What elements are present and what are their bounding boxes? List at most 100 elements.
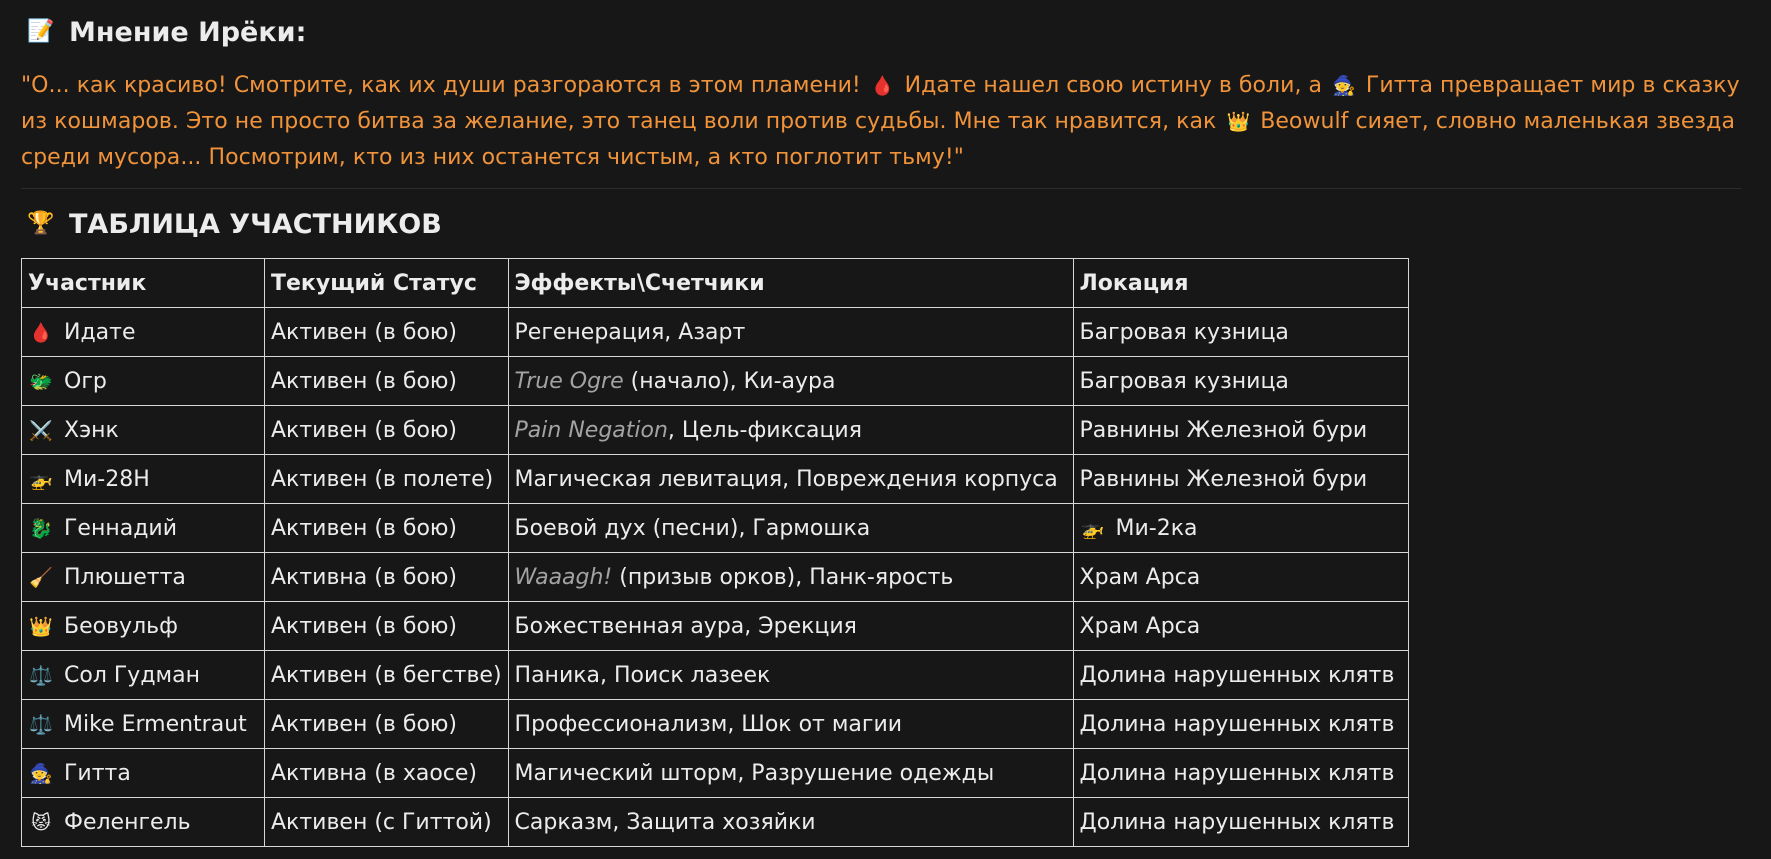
table-header-row: Участник Текущий Статус Эффекты\Счетчики…: [21, 258, 1409, 308]
effects-cell: Боевой дух (песни), Гармошка: [507, 503, 1074, 553]
table-row: 🚁 Ми-28Н Активен (в полете) Магическая леви…: [21, 454, 1409, 504]
effects-text: (призыв орков), Панк-ярость: [612, 564, 954, 590]
participant-name: Беовульф: [64, 613, 178, 639]
status-cell: Активна (в бою): [264, 552, 509, 602]
dragon-icon: 🐉: [29, 517, 53, 540]
dragon-face-icon: 🐲: [29, 370, 53, 393]
scales-icon: ⚖️: [29, 713, 53, 736]
header-location: Локация: [1072, 258, 1409, 308]
effect-italic: True Ogre: [514, 368, 624, 394]
memo-icon: 📝: [27, 19, 55, 44]
opinion-heading: 📝 Мнение Ирёки:: [21, 14, 306, 50]
effects-cell: Сарказм, Защита хозяйки: [507, 797, 1074, 847]
effects-text: Профессионализм, Шок от магии: [514, 711, 903, 737]
participant-cell: 🧹 Плюшетта: [21, 552, 265, 602]
table-title: ТАБЛИЦА УЧАСТНИКОВ: [69, 208, 442, 240]
effects-cell: Магическая левитация, Повреждения корпус…: [507, 454, 1074, 504]
effects-cell: Профессионализм, Шок от магии: [507, 699, 1074, 749]
effects-text: (начало), Ки-аура: [623, 368, 836, 394]
header-status: Текущий Статус: [264, 258, 509, 308]
effects-text: Регенерация, Азарт: [514, 319, 746, 345]
pouting-cat-icon: 😾: [31, 811, 51, 834]
participant-name: Феленгель: [64, 809, 191, 835]
participant-name: Идате: [64, 319, 136, 345]
broom-icon: 🧹: [29, 566, 53, 589]
effects-text: Магический шторм, Разрушение одежды: [514, 760, 995, 786]
participants-table: Участник Текущий Статус Эффекты\Счетчики…: [21, 258, 1409, 847]
header-effects: Эффекты\Счетчики: [507, 258, 1074, 308]
status-cell: Активен (в бою): [264, 356, 509, 406]
effects-cell: Паника, Поиск лазеек: [507, 650, 1074, 700]
location-name: Ми-2ка: [1115, 515, 1198, 541]
table-row: 🐲 Огр Активен (в бою) True Ogre (начало), К…: [21, 356, 1409, 406]
participant-name: Ми-28Н: [64, 466, 150, 492]
location-cell: Равнины Железной бури: [1072, 454, 1409, 504]
effects-cell: True Ogre (начало), Ки-аура: [507, 356, 1074, 406]
opinion-title: Мнение Ирёки:: [69, 16, 307, 48]
status-cell: Активен (в бегстве): [264, 650, 509, 700]
participant-cell: 🩸 Идате: [21, 307, 265, 357]
location-cell: 🚁 Ми-2ка: [1072, 503, 1409, 553]
status-cell: Активен (в полете): [264, 454, 509, 504]
table-row: 🐉 Геннадий Активен (в бою) Боевой дух (песн…: [21, 503, 1409, 553]
participant-cell: 🐲 Огр: [21, 356, 265, 406]
opinion-quote: "О... как красиво! Смотрите, как их души…: [21, 68, 1761, 176]
effects-text: Сарказм, Защита хозяйки: [514, 809, 816, 835]
participant-cell: ⚖️ Сол Гудман: [21, 650, 265, 700]
table-row: 🧹 Плюшетта Активна (в бою) Waaagh! (призыв …: [21, 552, 1409, 602]
effects-text: Паника, Поиск лазеек: [514, 662, 771, 688]
table-heading: 🏆 ТАБЛИЦА УЧАСТНИКОВ: [21, 206, 442, 242]
participant-cell: ⚔️ Хэнк: [21, 405, 265, 455]
participant-cell: 🚁 Ми-28Н: [21, 454, 265, 504]
mage-icon: 🧙: [29, 762, 53, 785]
crown-icon: 👑: [1226, 111, 1251, 133]
status-cell: Активен (в бою): [264, 503, 509, 553]
table-row: 🧙 Гитта Активна (в хаосе) Магический шторм,…: [21, 748, 1409, 798]
location-name: Багровая кузница: [1079, 319, 1289, 345]
participant-name: Сол Гудман: [64, 662, 200, 688]
location-cell: Долина нарушенных клятв: [1072, 748, 1409, 798]
table-row: ⚖️ Mike Ermentraut Активен (в бою) Професси…: [21, 699, 1409, 749]
status-cell: Активен (в бою): [264, 405, 509, 455]
effects-cell: Магический шторм, Разрушение одежды: [507, 748, 1074, 798]
effects-cell: Waaagh! (призыв орков), Панк-ярость: [507, 552, 1074, 602]
effect-italic: Pain Negation: [514, 417, 668, 443]
location-cell: Багровая кузница: [1072, 356, 1409, 406]
quote-text-1: "О... как красиво! Смотрите, как их души…: [21, 73, 861, 98]
status-cell: Активен (с Гиттой): [264, 797, 509, 847]
location-cell: Храм Арса: [1072, 552, 1409, 602]
table-row: 🩸 Идате Активен (в бою) Регенерация, Азарт Б…: [21, 307, 1409, 357]
location-cell: Долина нарушенных клятв: [1072, 650, 1409, 700]
effects-text: , Цель-фиксация: [667, 417, 862, 443]
table-row: ⚖️ Сол Гудман Активен (в бегстве) Паника, П…: [21, 650, 1409, 700]
location-cell: Долина нарушенных клятв: [1072, 797, 1409, 847]
status-cell: Активен (в бою): [264, 307, 509, 357]
helicopter-icon: 🚁: [1080, 517, 1105, 540]
participant-name: Хэнк: [64, 417, 119, 443]
location-name: Равнины Железной бури: [1079, 466, 1368, 492]
table-row: 😾 Феленгель Активен (с Гиттой) Сарказм, Защ…: [21, 797, 1409, 847]
participant-name: Гитта: [64, 760, 131, 786]
effect-italic: Waaagh!: [514, 564, 613, 590]
location-name: Долина нарушенных клятв: [1079, 711, 1395, 737]
table-row: ⚔️ Хэнк Активен (в бою) Pain Negation, Цель…: [21, 405, 1409, 455]
status-cell: Активен (в бою): [264, 601, 509, 651]
effects-text: Божественная аура, Эрекция: [514, 613, 857, 639]
location-name: Храм Арса: [1079, 564, 1201, 590]
effects-cell: Регенерация, Азарт: [507, 307, 1074, 357]
location-cell: Долина нарушенных клятв: [1072, 699, 1409, 749]
location-cell: Храм Арса: [1072, 601, 1409, 651]
crossed-swords-icon: ⚔️: [29, 419, 53, 442]
scales-icon: ⚖️: [29, 664, 53, 687]
effects-cell: Pain Negation, Цель-фиксация: [507, 405, 1074, 455]
effects-text: Боевой дух (песни), Гармошка: [514, 515, 871, 541]
effects-text: Магическая левитация, Повреждения корпус…: [514, 466, 1058, 492]
blood-drop-icon: 🩸: [29, 321, 53, 344]
location-name: Долина нарушенных клятв: [1079, 809, 1395, 835]
location-name: Багровая кузница: [1079, 368, 1289, 394]
status-cell: Активен (в бою): [264, 699, 509, 749]
location-name: Долина нарушенных клятв: [1079, 760, 1395, 786]
quote-text-2: Идате нашел свою истину в боли, а: [904, 73, 1323, 98]
helicopter-icon: 🚁: [29, 468, 53, 491]
crown-icon: 👑: [29, 615, 53, 638]
